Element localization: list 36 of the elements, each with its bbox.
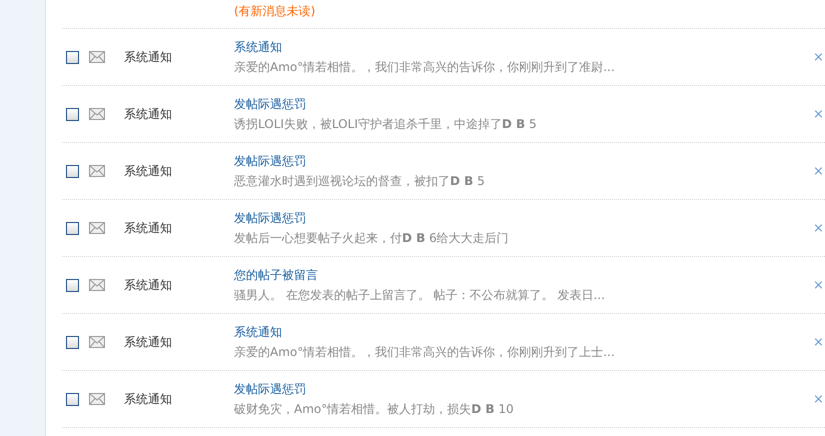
envelope-icon — [89, 51, 105, 63]
envelope-icon — [89, 393, 105, 405]
message-snippet: 骚男人。 在您发表的帖子上留言了。 帖子：不公布就算了。 发表日... — [234, 286, 606, 304]
sender-name: 系统通知 — [124, 48, 173, 66]
checkbox[interactable] — [66, 336, 79, 348]
message-title[interactable]: 发帖际遇惩罚 — [234, 96, 306, 112]
message-snippet: 破财免灾，Amo°情若相惜。被人打劫，损失D B 10 — [234, 400, 515, 418]
sender-name: 系统通知 — [124, 390, 173, 408]
message-title[interactable]: 发帖际遇惩罚 — [234, 152, 306, 170]
envelope-icon — [89, 165, 105, 177]
checkbox[interactable] — [66, 108, 79, 120]
checkbox[interactable] — [66, 50, 79, 64]
sender-name: 系统通知 — [124, 220, 173, 236]
envelope-icon — [89, 108, 105, 120]
message-title[interactable]: 您的帖子被留言 — [234, 266, 318, 284]
message-snippet: 亲爱的Amo°情若相惜。，我们非常高兴的告诉你，你刚刚升到了准尉... — [234, 58, 616, 76]
unread-notice: (有新消息未读) — [234, 3, 316, 20]
message-snippet: 诱拐LOLI失败，被LOLI守护者追杀千里，中途掉了D B 5 — [234, 116, 538, 132]
message-title[interactable]: 系统通知 — [234, 324, 282, 340]
message-snippet: 发帖后一心想要帖子火起来，付D B 6给大大走后门 — [234, 230, 510, 246]
envelope-icon — [89, 336, 105, 348]
envelope-icon — [89, 222, 105, 234]
message-snippet: 亲爱的Amo°情若相惜。，我们非常高兴的告诉你，你刚刚升到了上士... — [234, 344, 616, 360]
message-title[interactable]: 发帖际遇惩罚 — [234, 210, 306, 226]
sender-name: 系统通知 — [124, 162, 173, 180]
checkbox[interactable] — [66, 164, 79, 178]
checkbox[interactable] — [66, 278, 79, 292]
envelope-icon — [89, 279, 105, 291]
sender-name: 系统通知 — [124, 276, 173, 294]
message-title[interactable]: 系统通知 — [234, 38, 282, 56]
message-snippet: 恶意灌水时遇到巡视论坛的督查，被扣了D B 5 — [234, 172, 486, 190]
checkbox[interactable] — [66, 392, 79, 406]
message-title[interactable]: 发帖际遇惩罚 — [234, 380, 306, 398]
sender-name: 系统通知 — [124, 334, 173, 350]
checkbox[interactable] — [66, 222, 79, 234]
sender-name: 系统通知 — [124, 106, 173, 122]
